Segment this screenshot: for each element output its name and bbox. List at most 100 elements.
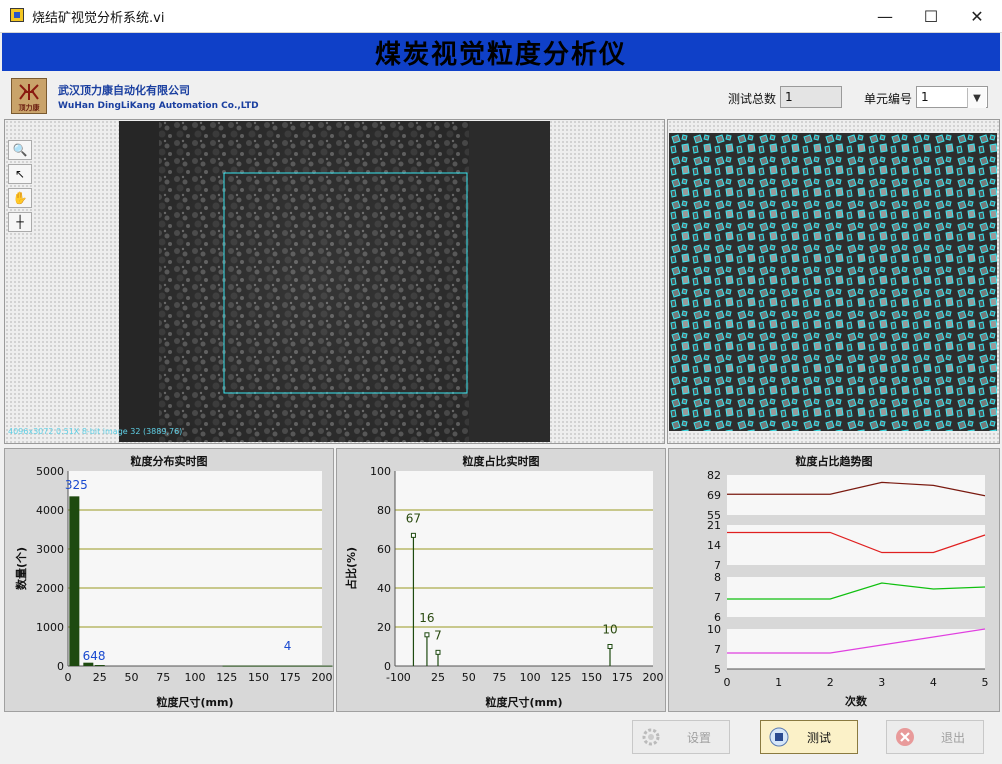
y-tick-label: 21 [707, 519, 721, 532]
bar [83, 662, 94, 666]
raw-image [119, 121, 550, 442]
maximize-button[interactable]: ☐ [908, 4, 954, 28]
data-label: 8 [98, 649, 106, 663]
x-axis-label: 粒度尺寸(mm) [486, 695, 563, 709]
test-count-label: 测试总数 [728, 92, 777, 106]
trend-plot-area [727, 525, 985, 565]
x-tick-label: 100 [520, 671, 541, 684]
image-status-text: 4096x3072 0.51X 8-bit image 32 (3889,76) [8, 427, 183, 436]
gear-icon [642, 728, 660, 746]
x-tick-label: 2 [827, 676, 834, 689]
trend-plot-area [727, 577, 985, 617]
ratio-chart: 100806040200-10 0 25 50 75 100 125 150 175 200671… [344, 465, 664, 709]
distribution-chart-panel: 粒度分布实时图 5000 4000 3000 2000 1000 0 0 25 50 75 100 1… [4, 448, 334, 712]
x-tick-label: 25 [93, 671, 107, 684]
test-icon [769, 727, 789, 747]
exit-button[interactable]: 退出 [886, 720, 984, 754]
x-tick-label: 0 [404, 671, 411, 684]
y-tick-label: 60 [377, 543, 391, 556]
y-tick-label: 2000 [36, 582, 64, 595]
unit-number-value: 1 [921, 90, 929, 104]
x-tick-label: 4 [930, 676, 937, 689]
test-button-label: 测试 [806, 730, 831, 745]
x-tick-label: 200 [312, 671, 333, 684]
x-tick-label: 175 [612, 671, 633, 684]
y-tick-label: 5 [714, 663, 721, 676]
settings-button[interactable]: 设置 [632, 720, 730, 754]
bar [69, 496, 80, 666]
ratio-chart-panel: 粒度占比实时图 100 80 60 40 20 0 -10 0 25 50 75 100 125 150 1… [336, 448, 666, 712]
app-banner: 煤炭视觉粒度分析仪 [2, 33, 1000, 71]
company-name-en: WuHan DingLiKang Automation Co.,LTD [58, 101, 259, 111]
banner-title: 煤炭视觉粒度分析仪 [374, 39, 627, 70]
bar [222, 665, 333, 667]
data-label: 7 [434, 628, 442, 642]
stem-marker [435, 649, 441, 655]
data-label: 16 [419, 611, 434, 625]
x-tick-label: 50 [125, 671, 139, 684]
x-tick-label: 5 [982, 676, 989, 689]
x-axis-label: 次数 [845, 694, 868, 708]
y-tick-label: 80 [377, 504, 391, 517]
unit-number-label: 单元编号 [864, 92, 913, 106]
logo-text: 顶力康 [18, 104, 40, 112]
y-tick-label: 1000 [36, 621, 64, 634]
x-tick-label: 75 [156, 671, 170, 684]
crosshair-icon[interactable]: ┼ [8, 212, 32, 232]
processed-image [669, 133, 997, 431]
pan-icon[interactable]: ✋ [8, 188, 32, 208]
y-tick-label: 0 [57, 660, 64, 673]
x-tick-label: 0 [65, 671, 72, 684]
company-logo: 顶力康 [11, 78, 47, 114]
pointer-icon[interactable]: ↖ [8, 164, 32, 184]
data-label: 10 [602, 623, 617, 637]
test-count-field: 1 [780, 86, 842, 108]
y-tick-label: 7 [714, 591, 721, 604]
stem-marker [607, 644, 613, 649]
x-tick-label: 150 [248, 671, 269, 684]
x-tick-label: 125 [550, 671, 571, 684]
trend-chart: 8269552114787610750 1 2 3 4 5次数 [707, 469, 989, 708]
x-tick-label: 1 [775, 676, 782, 689]
x-tick-label: 200 [643, 671, 664, 684]
y-tick-label: 14 [707, 539, 721, 552]
x-tick-label: -10 [386, 671, 404, 684]
y-tick-label: 4000 [36, 504, 64, 517]
x-tick-label: 150 [581, 671, 602, 684]
trend-chart-panel: 粒度占比趋势图 82 69 55 21 14 7 8 7 6 10 7 5 0 1 2 3 4 5 次数 [668, 448, 1000, 712]
viewer-toolbar: 🔍 ↖ ✋ ┼ [8, 140, 36, 240]
chevron-down-icon[interactable]: ▼ [967, 88, 986, 108]
x-tick-label: 75 [492, 671, 506, 684]
y-axis-label: 占比(%) [344, 547, 358, 590]
x-tick-label: 3 [878, 676, 885, 689]
close-button[interactable]: ✕ [954, 4, 1000, 28]
y-axis-label: 数量(个) [14, 547, 28, 590]
unit-number-select[interactable]: 1 ▼ [916, 86, 988, 108]
y-tick-label: 40 [377, 582, 391, 595]
window-titlebar: 烧结矿视觉分析系统.vi — ☐ ✕ [0, 0, 1002, 33]
y-tick-label: 82 [707, 469, 721, 482]
test-button[interactable]: 测试 [760, 720, 858, 754]
x-tick-label: 125 [216, 671, 237, 684]
x-tick-label: 175 [280, 671, 301, 684]
stem-marker [410, 532, 416, 538]
stem-marker [424, 632, 430, 638]
y-tick-label: 69 [707, 489, 721, 502]
minimize-button[interactable]: — [862, 4, 908, 28]
y-tick-label: 20 [377, 621, 391, 634]
app-icon [10, 8, 24, 22]
y-tick-label: 100 [370, 465, 391, 478]
zoom-icon[interactable]: 🔍 [8, 140, 32, 160]
y-tick-label: 7 [714, 643, 721, 656]
window-title: 烧结矿视觉分析系统.vi [32, 11, 165, 26]
x-tick-label: 25 [431, 671, 445, 684]
exit-icon [896, 728, 914, 746]
y-tick-label: 5000 [36, 465, 64, 478]
trend-plot-area [727, 475, 985, 515]
data-label: 4 [284, 639, 292, 653]
data-label: 64 [83, 649, 98, 663]
exit-button-label: 退出 [940, 730, 965, 745]
x-tick-label: 100 [185, 671, 206, 684]
company-name-cn: 武汉顶力康自动化有限公司 [58, 84, 190, 97]
y-tick-label: 8 [714, 571, 721, 584]
